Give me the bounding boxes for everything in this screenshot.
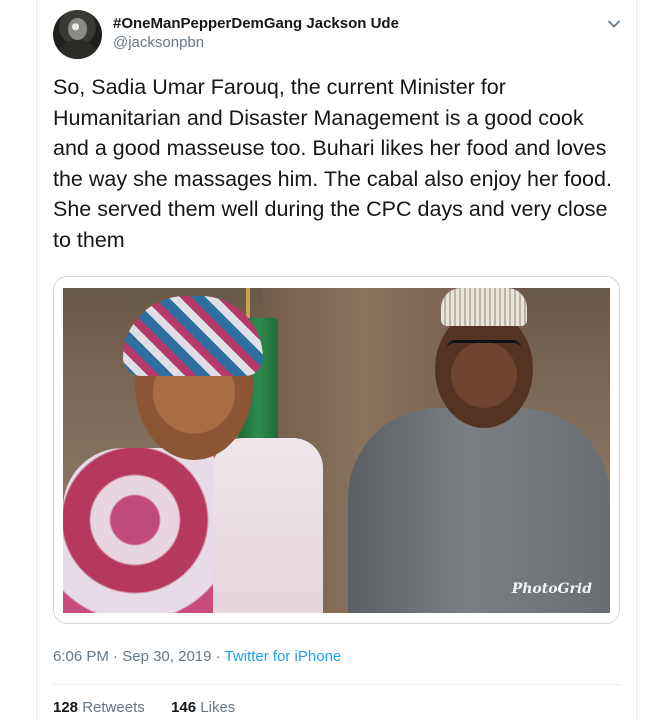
woman-figure-headscarf [123,296,263,376]
man-figure-head [435,310,533,428]
tweet-source-link[interactable]: Twitter for iPhone [225,648,342,665]
likes-count: 146 [171,699,197,716]
tweet-date[interactable]: Sep 30, 2019 [122,648,211,665]
timeline-border-right [636,0,637,720]
retweets-count: 128 [53,699,79,716]
tweet-text: So, Sadia Umar Farouq, the current Minis… [53,75,618,252]
photo-watermark: PhotoGrid [511,581,592,597]
avatar-face [68,18,87,40]
avatar-body [59,40,96,59]
author-display-name[interactable]: #OneManPepperDemGang Jackson Ude [113,14,399,33]
tweet-time[interactable]: 6:06 PM [53,648,109,665]
tweet-photo[interactable]: PhotoGrid [63,288,610,613]
author-handle[interactable]: @jacksonpbn [113,33,399,52]
likes-stat[interactable]: 146 Likes [171,699,235,716]
tweet-meta: 6:06 PM · Sep 30, 2019 · Twitter for iPh… [53,648,341,665]
man-figure-cap [441,288,527,326]
man-figure-glasses [447,340,521,361]
retweets-label: Retweets [82,699,145,716]
tweet: #OneManPepperDemGang Jackson Ude @jackso… [37,0,636,720]
divider [53,684,622,685]
tweet-stats: 128 Retweets 146 Likes [53,699,235,716]
chevron-down-icon[interactable] [606,16,622,32]
tweet-header: #OneManPepperDemGang Jackson Ude @jackso… [53,10,622,60]
meta-separator-2: · [215,648,221,665]
avatar[interactable] [53,10,102,59]
meta-separator: · [113,648,119,665]
author-names: #OneManPepperDemGang Jackson Ude @jackso… [113,14,399,52]
media-card[interactable]: PhotoGrid [53,276,620,624]
likes-label: Likes [200,699,236,716]
woman-figure-shawl [213,438,323,613]
retweets-stat[interactable]: 128 Retweets [53,699,149,716]
